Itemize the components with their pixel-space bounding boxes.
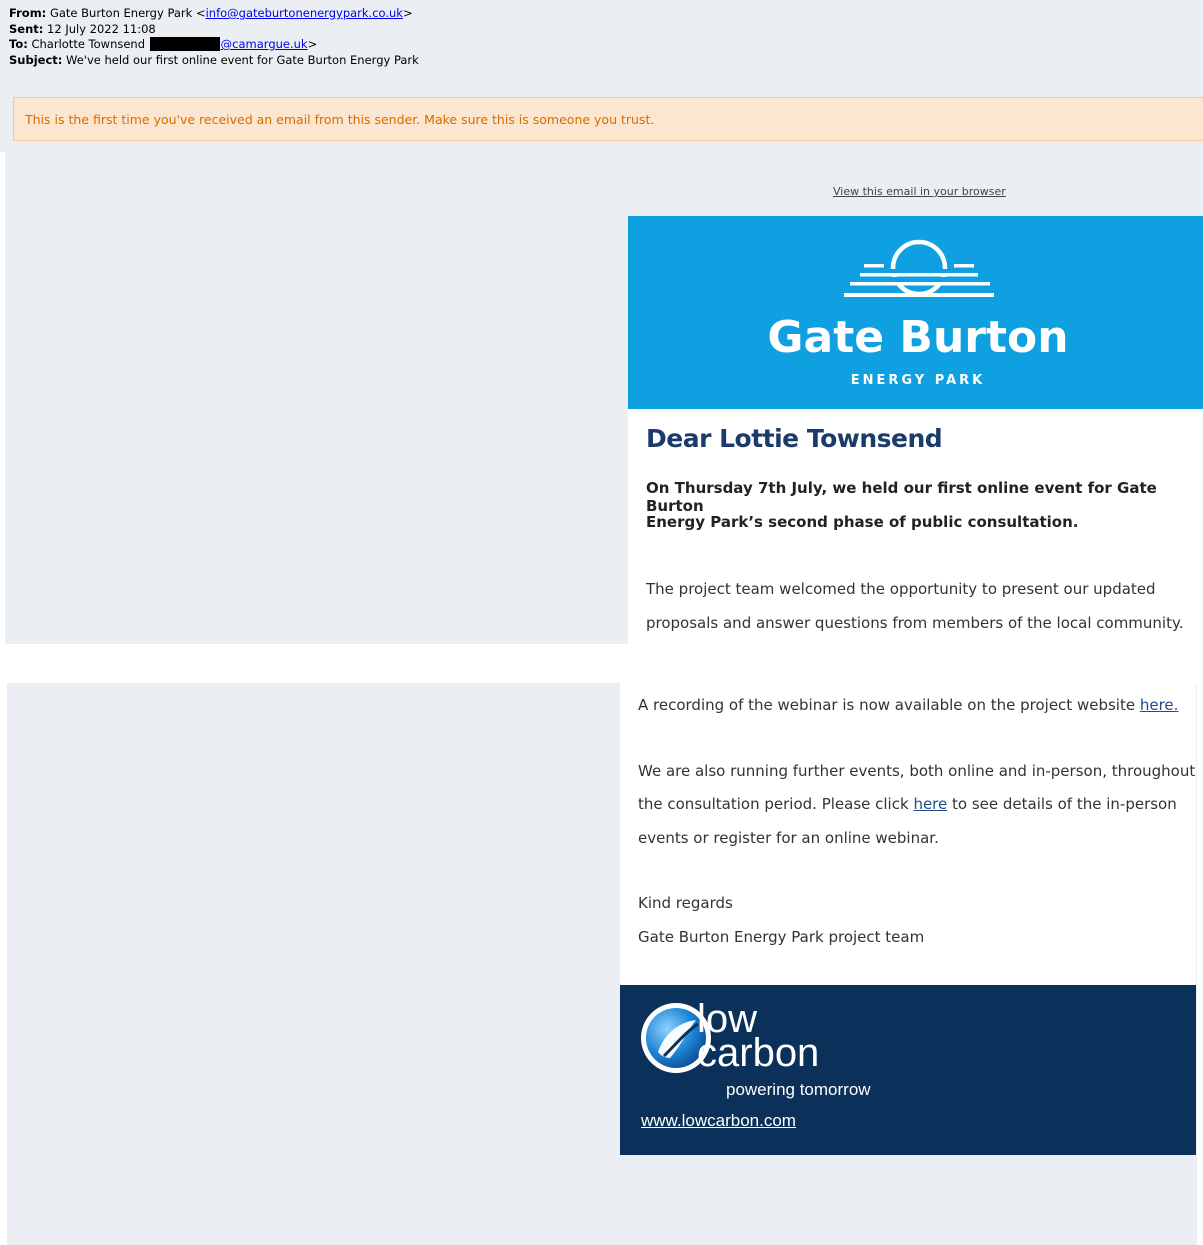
subject-value: We've held our first online event for Ga… (66, 52, 419, 67)
gate-burton-logo: Gate Burton ENERGY PARK (767, 239, 1069, 388)
paragraph-3-line-3: events or register for an online webinar… (638, 829, 939, 847)
intro-line-1: On Thursday 7th July, we held our first … (646, 479, 1157, 515)
brand-line-2: carbon (697, 1031, 820, 1075)
sent-value: 12 July 2022 11:08 (47, 21, 156, 36)
paragraph-1-line-2: proposals and answer questions from memb… (646, 614, 1184, 632)
email-header: From: Gate Burton Energy Park <info@gate… (0, 0, 1203, 152)
email-header-fields: From: Gate Burton Energy Park <info@gate… (9, 6, 419, 68)
sent-label: Sent: (9, 21, 44, 36)
to-row: To: Charlotte Townsend @camargue.uk> (9, 37, 419, 53)
paragraph-1-line-1: The project team welcomed the opportunit… (646, 580, 1156, 598)
sent-row: Sent: 12 July 2022 11:08 (9, 22, 419, 38)
to-label: To: (9, 37, 28, 51)
logo-wordmark: Gate Burton (767, 312, 1068, 363)
sender-warning-banner: This is the first time you've received a… (13, 97, 1203, 141)
from-email-link[interactable]: info@gateburtonenergypark.co.uk (206, 6, 403, 20)
sun-horizon-icon (844, 239, 994, 297)
from-row: From: Gate Burton Energy Park <info@gate… (9, 6, 419, 22)
from-close: > (402, 6, 413, 20)
paragraph-3-pre: the consultation period. Please click (638, 795, 914, 813)
paragraph-3-post: to see details of the in-person (947, 795, 1177, 813)
view-in-browser-link[interactable]: View this email in your browser (833, 185, 1006, 198)
to-name: Charlotte Townsend (31, 37, 149, 51)
paragraph-2: A recording of the webinar is now availa… (638, 694, 1178, 716)
to-close: > (307, 37, 318, 51)
paragraph-2-text: A recording of the webinar is now availa… (638, 696, 1140, 714)
signoff: Kind regards (638, 894, 733, 912)
footer-tagline: powering tomorrow (726, 1080, 871, 1099)
low-carbon-website-link[interactable]: www.lowcarbon.com (641, 1111, 796, 1131)
redaction-block (149, 37, 220, 51)
from-label: From: (9, 6, 47, 20)
paragraph-3-line-1: We are also running further events, both… (638, 762, 1196, 780)
intro-line-2: Energy Park’s second phase of public con… (646, 513, 1079, 531)
logo-tagline: ENERGY PARK (851, 373, 985, 388)
gate-burton-banner: Gate Burton ENERGY PARK (628, 216, 1203, 409)
signature: Gate Burton Energy Park project team (638, 928, 925, 946)
to-email-link[interactable]: @camargue.uk (221, 37, 308, 51)
subject-label: Subject: (9, 52, 63, 67)
paragraph-3-line-2: the consultation period. Please click he… (638, 793, 1177, 815)
greeting-heading: Dear Lottie Townsend (646, 424, 943, 453)
events-details-link[interactable]: here (913, 795, 947, 813)
subject-row: Subject: We've held our first online eve… (9, 53, 419, 69)
from-name: Gate Burton Energy Park < (49, 6, 206, 20)
webinar-recording-link[interactable]: here. (1140, 696, 1179, 714)
